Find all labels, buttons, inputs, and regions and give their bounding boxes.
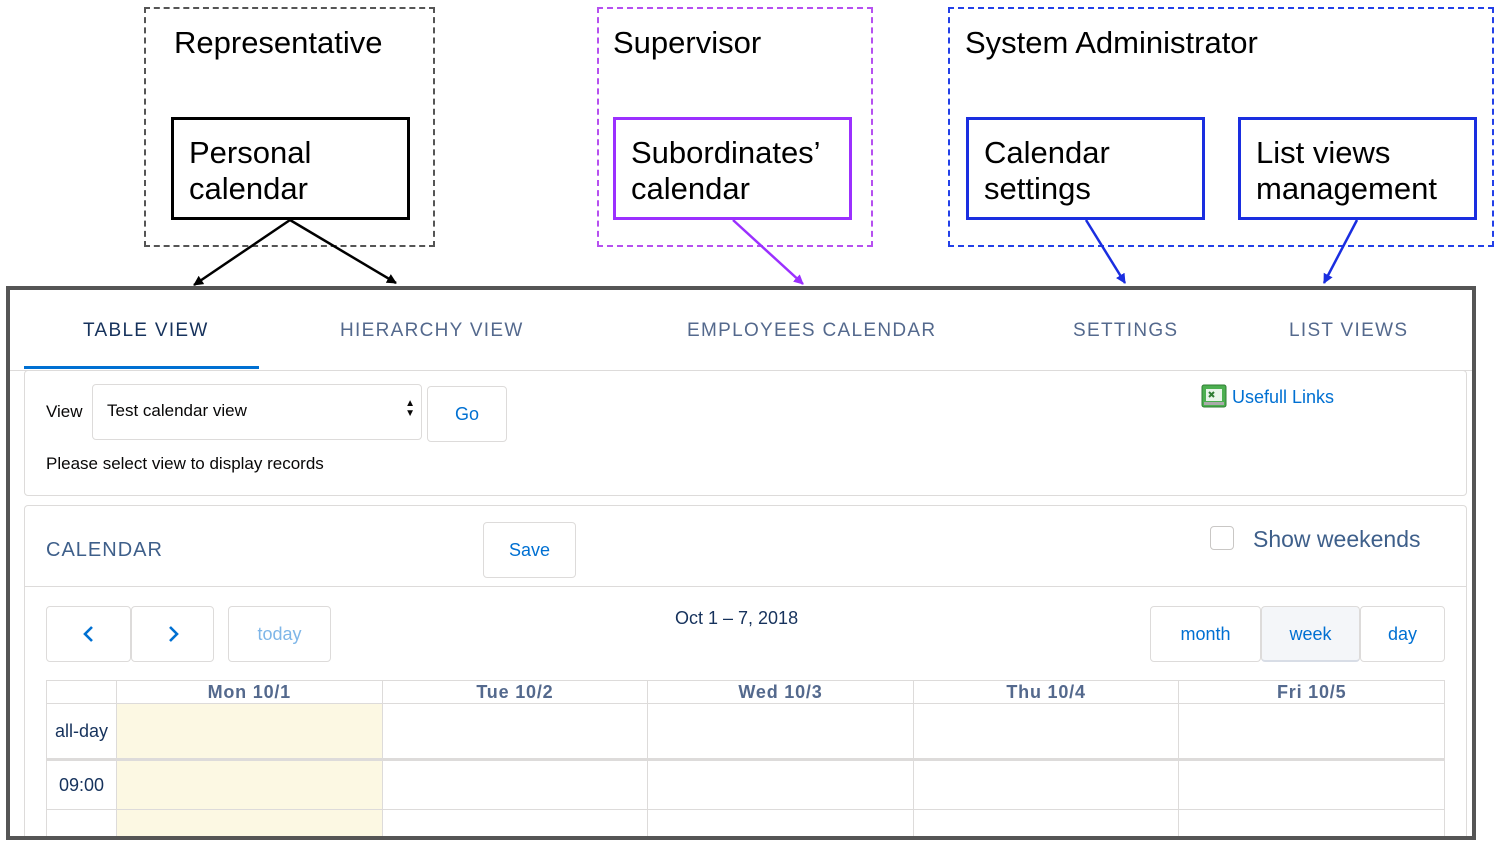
feature-line: Calendar <box>984 135 1110 170</box>
role-title: Representative <box>174 25 383 60</box>
time-slot[interactable] <box>116 759 383 810</box>
spreadsheet-icon <box>1201 384 1227 408</box>
select-arrows-icon: ▲ ▼ <box>405 398 415 419</box>
tab-settings[interactable]: SETTINGS <box>1073 320 1178 342</box>
day-header: Fri 10/5 <box>1178 680 1445 704</box>
chevron-right-icon <box>168 626 179 642</box>
allday-label: all-day <box>46 703 117 760</box>
view-day-label: day <box>1387 624 1418 644</box>
corner-cell <box>46 680 117 704</box>
allday-cell[interactable] <box>381 703 649 760</box>
allday-cell[interactable] <box>116 703 383 760</box>
day-header: Tue 10/2 <box>381 680 649 704</box>
today-button-label: today <box>257 624 302 644</box>
feature-personal-calendar: Personal calendar <box>171 117 410 220</box>
save-button-label: Save <box>508 540 551 560</box>
day-header: Wed 10/3 <box>647 680 914 704</box>
view-day-button[interactable]: day <box>1360 606 1445 662</box>
feature-line: calendar <box>631 171 750 206</box>
feature-line: management <box>1256 171 1437 206</box>
feature-line: calendar <box>189 171 308 206</box>
time-slot[interactable] <box>912 759 1180 810</box>
view-select-value: Test calendar view <box>107 401 247 420</box>
calendar-header-divider <box>25 586 1466 587</box>
role-title: Supervisor <box>613 25 762 60</box>
calendar-title: CALENDAR <box>46 539 163 561</box>
tab-employees-calendar[interactable]: EMPLOYEES CALENDAR <box>687 320 936 342</box>
time-slot[interactable] <box>1178 759 1445 810</box>
feature-subordinates-calendar: Subordinates’ calendar <box>613 117 852 220</box>
view-select[interactable]: Test calendar view ▲ ▼ <box>92 384 422 440</box>
time-slot[interactable] <box>381 809 649 836</box>
time-slot[interactable] <box>647 759 914 810</box>
prev-week-button[interactable] <box>46 606 131 662</box>
day-header-row: Mon 10/1 Tue 10/2 Wed 10/3 Thu 10/4 Fri … <box>46 680 1445 704</box>
useful-links-label: Usefull Links <box>1232 387 1335 407</box>
active-tab-indicator <box>24 366 259 369</box>
time-slot[interactable] <box>381 759 649 810</box>
chevron-left-icon <box>82 626 93 642</box>
calendar-grid: Mon 10/1 Tue 10/2 Wed 10/3 Thu 10/4 Fri … <box>46 680 1445 836</box>
view-month-button[interactable]: month <box>1150 606 1261 662</box>
day-header: Thu 10/4 <box>912 680 1180 704</box>
today-button[interactable]: today <box>228 606 331 662</box>
tab-table-view[interactable]: TABLE VIEW <box>83 320 209 342</box>
show-weekends-checkbox[interactable] <box>1210 526 1234 550</box>
role-title: System Administrator <box>965 25 1258 60</box>
view-label: View <box>46 402 83 421</box>
day-header: Mon 10/1 <box>116 680 383 704</box>
feature-list-views-management: List views management <box>1238 117 1477 220</box>
tab-hierarchy-view[interactable]: HIERARCHY VIEW <box>340 320 524 342</box>
time-label: 09:00 <box>46 759 117 810</box>
allday-cell[interactable] <box>1178 703 1445 760</box>
allday-cell[interactable] <box>647 703 914 760</box>
allday-cell[interactable] <box>912 703 1180 760</box>
next-week-button[interactable] <box>131 606 214 662</box>
view-week-label: week <box>1289 624 1332 644</box>
feature-line: settings <box>984 171 1091 206</box>
feature-line: List views <box>1256 135 1391 170</box>
tab-bar: TABLE VIEW HIERARCHY VIEW EMPLOYEES CALE… <box>10 290 1472 371</box>
time-slot[interactable] <box>116 809 383 836</box>
feature-calendar-settings: Calendar settings <box>966 117 1205 220</box>
time-slot[interactable] <box>912 809 1180 836</box>
save-button[interactable]: Save <box>483 522 576 578</box>
time-label <box>46 809 117 836</box>
useful-links-link[interactable]: Usefull Links <box>1201 384 1334 408</box>
show-weekends-label: Show weekends <box>1253 526 1421 552</box>
feature-line: Subordinates’ <box>631 135 821 170</box>
time-slot[interactable] <box>647 809 914 836</box>
date-range: Oct 1 – 7, 2018 <box>675 608 799 628</box>
time-row: 09:00 <box>46 759 1445 810</box>
view-week-button[interactable]: week <box>1261 606 1360 662</box>
go-button[interactable]: Go <box>427 386 507 442</box>
calendar-panel: CALENDAR Save Show weekends today Oct 1 … <box>24 505 1467 836</box>
view-month-label: month <box>1180 624 1231 644</box>
feature-line: Personal <box>189 135 312 170</box>
allday-row: all-day <box>46 703 1445 760</box>
tab-list-views[interactable]: LIST VIEWS <box>1289 320 1408 342</box>
app-window: TABLE VIEW HIERARCHY VIEW EMPLOYEES CALE… <box>6 286 1476 840</box>
view-panel: View Test calendar view ▲ ▼ Go Usefull Li… <box>24 370 1467 496</box>
select-view-message: Please select view to display records <box>46 454 324 473</box>
time-slot[interactable] <box>1178 809 1445 836</box>
go-button-label: Go <box>454 404 479 424</box>
time-row <box>46 809 1445 836</box>
